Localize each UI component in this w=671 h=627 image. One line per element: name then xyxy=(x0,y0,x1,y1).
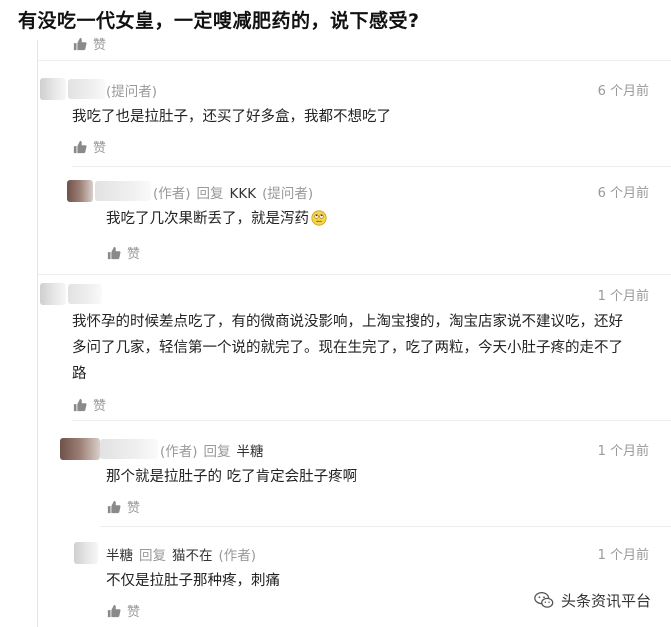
user-name[interactable] xyxy=(95,181,151,201)
like-label: 赞 xyxy=(127,247,141,262)
user-name[interactable] xyxy=(68,284,102,304)
comment-text-content: 我吃了几次果断丢了，就是泻药 xyxy=(106,211,309,227)
divider xyxy=(100,526,671,527)
thumbs-up-icon xyxy=(73,398,87,411)
reply-to-name[interactable]: KKK xyxy=(230,186,257,202)
reply-item: (作者) 回复 KKK (提问者) 6 个月前 我吃了几次果断丢了，就是泻药 赞 xyxy=(67,180,671,275)
like-label: 赞 xyxy=(93,38,107,53)
comment-text-line: 我怀孕的时候差点吃了，有的微商说没影响，上淘宝搜的，淘宝店家说不建议吃，还好 xyxy=(72,314,623,330)
comment-time: 1 个月前 xyxy=(597,548,649,563)
avatar xyxy=(40,283,66,305)
comment-text: 我怀孕的时候差点吃了，有的微商说没影响，上淘宝搜的，淘宝店家说不建议吃，还好 多… xyxy=(72,309,662,387)
page-title: 有没吃一代女皇，一定嗖减肥药的，说下感受? xyxy=(18,10,420,32)
watermark-text: 头条资讯平台 xyxy=(560,591,651,610)
comment-text-line: 多问了几家，轻信第一个说的就完了。现在生完了，吃了两粒，今天小肚子疼的走不了 xyxy=(72,340,623,356)
comment-text: 那个就是拉肚子的 吃了肯定会肚子疼啊 xyxy=(106,469,358,485)
thread-line xyxy=(37,40,38,627)
like-label: 赞 xyxy=(127,501,141,516)
comment-text: 我吃了也是拉肚子，还买了好多盒，我都不想吃了 xyxy=(72,109,391,125)
thumbs-up-icon xyxy=(107,500,121,513)
thumbs-up-icon xyxy=(107,246,121,259)
comment-time: 1 个月前 xyxy=(597,444,649,459)
reply-word: 回复 xyxy=(139,548,166,564)
like-button[interactable]: 赞 xyxy=(107,497,140,516)
user-tag: (提问者) xyxy=(106,84,158,100)
divider xyxy=(37,60,671,61)
reply-to-tag: (提问者) xyxy=(262,186,314,202)
thumbs-up-icon xyxy=(107,604,121,617)
divider xyxy=(72,420,671,421)
like-button[interactable]: 赞 xyxy=(73,34,106,53)
reply-item: (作者) 回复 半糖 1 个月前 那个就是拉肚子的 吃了肯定会肚子疼啊 赞 xyxy=(60,438,671,533)
like-label: 赞 xyxy=(93,141,107,156)
like-button[interactable]: 赞 xyxy=(73,137,106,156)
like-label: 赞 xyxy=(127,605,141,620)
comment-time: 6 个月前 xyxy=(597,186,649,201)
like-label: 赞 xyxy=(93,399,107,414)
reply-to-tag: (作者) xyxy=(218,548,257,564)
reply-to-name[interactable]: 半糖 xyxy=(237,444,264,460)
comment-text-line: 路 xyxy=(72,366,87,382)
avatar xyxy=(60,438,100,460)
user-tag: (作者) xyxy=(160,444,198,460)
like-button[interactable]: 赞 xyxy=(107,243,140,262)
user-name[interactable] xyxy=(100,439,158,459)
comment-meta: (作者) 回复 半糖 xyxy=(160,440,264,460)
watermark: 头条资讯平台 xyxy=(533,589,651,611)
user-name[interactable] xyxy=(68,79,106,99)
thumbs-up-icon xyxy=(73,37,87,50)
divider xyxy=(72,166,671,167)
reply-word: 回复 xyxy=(203,444,231,460)
like-button[interactable]: 赞 xyxy=(107,601,140,620)
rolling-eyes-emoji xyxy=(311,210,327,226)
like-button[interactable]: 赞 xyxy=(73,395,106,414)
comment-item: (提问者) 6 个月前 我吃了也是拉肚子，还买了好多盒，我都不想吃了 赞 xyxy=(40,78,671,173)
comment-text: 不仅是拉肚子那种疼，刺痛 xyxy=(106,573,280,589)
divider xyxy=(37,274,671,275)
comment-text: 我吃了几次果断丢了，就是泻药 xyxy=(106,206,327,232)
wechat-icon xyxy=(534,592,554,608)
reply-word: 回复 xyxy=(196,186,224,202)
comment-time: 6 个月前 xyxy=(597,84,649,99)
reply-item: 半糖 回复 猫不在 (作者) 1 个月前 不仅是拉肚子那种疼，刺痛 赞 xyxy=(74,542,671,627)
comment-item: 1 个月前 我怀孕的时候差点吃了，有的微商说没影响，上淘宝搜的，淘宝店家说不建议… xyxy=(40,283,671,423)
avatar xyxy=(74,542,98,564)
user-tag: (作者) xyxy=(153,186,191,202)
thumbs-up-icon xyxy=(73,140,87,153)
user-name[interactable]: 半糖 xyxy=(106,548,133,564)
comment-meta: (提问者) xyxy=(106,80,157,100)
comment-time: 1 个月前 xyxy=(597,289,649,304)
comment-meta: 半糖 回复 猫不在 (作者) xyxy=(106,544,256,564)
avatar xyxy=(40,78,66,100)
comment-meta: (作者) 回复 KKK (提问者) xyxy=(153,182,313,202)
avatar xyxy=(67,180,93,202)
comment-area: 赞 (提问者) 6 个月前 我吃了也是拉肚子，还买了好多盒，我都不想吃了 赞 (… xyxy=(0,37,671,627)
reply-to-name[interactable]: 猫不在 xyxy=(172,548,213,564)
